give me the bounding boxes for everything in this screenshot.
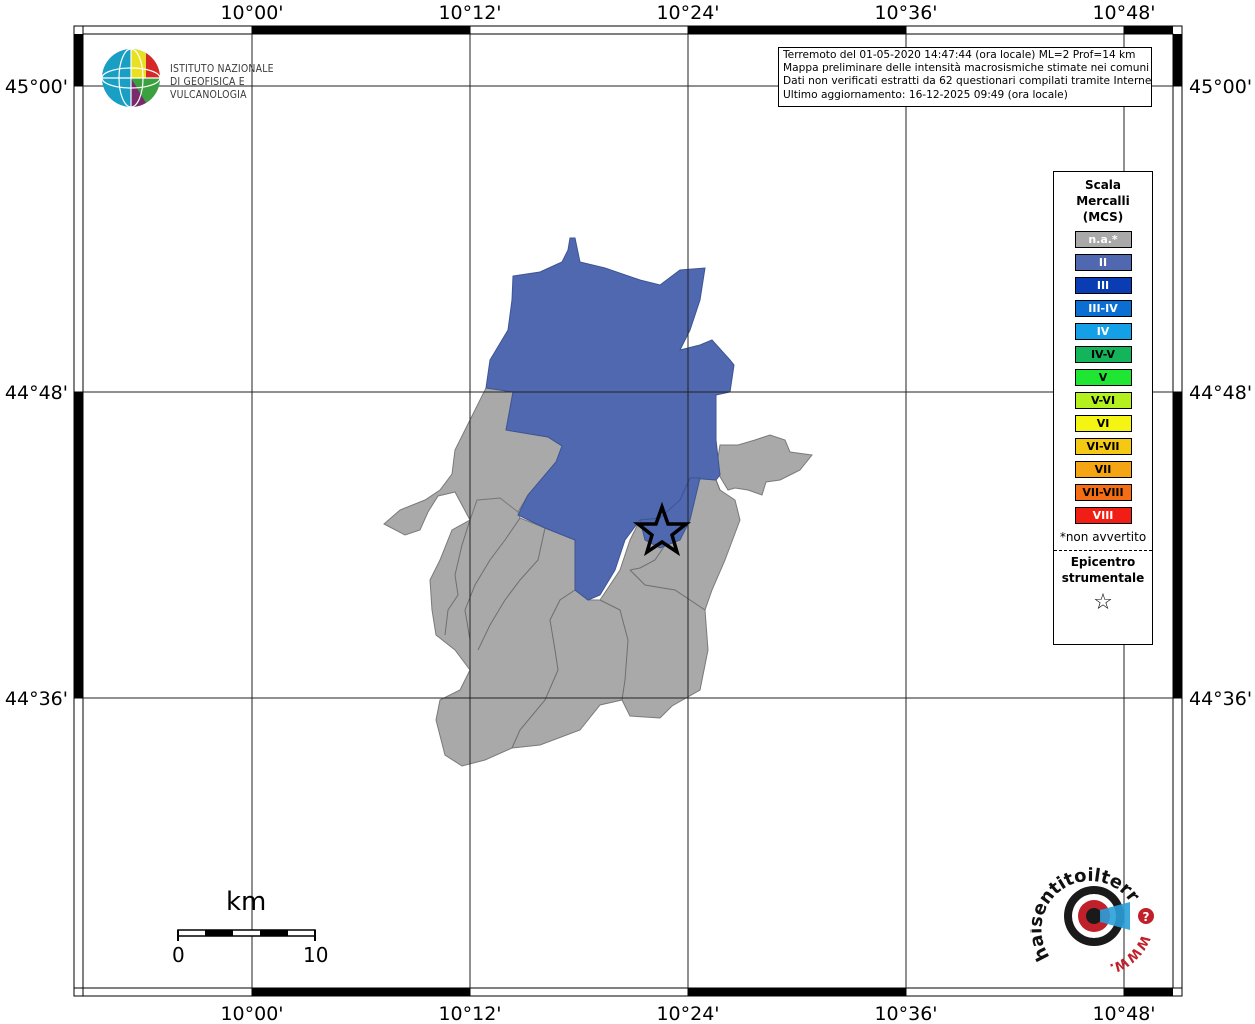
legend-swatch: VI-VII <box>1074 438 1132 455</box>
lon-tick-label: 10°12' <box>438 2 501 24</box>
haisentito-badge-icon: haisentitoilterremoto.it WWW. ? <box>1021 846 1154 975</box>
lat-tick-label: 44°36' <box>1189 688 1252 710</box>
ingv-name-line2: DI GEOFISICA E VULCANOLOGIA <box>170 76 247 101</box>
legend-epicenter-line: Epicentro <box>1070 555 1136 569</box>
legend-swatch: VIII <box>1074 507 1132 524</box>
legend-epicenter-label: Epicentro strumentale <box>1054 554 1152 586</box>
ingv-logo: ISTITUTO NAZIONALE DI GEOFISICA E VULCAN… <box>100 47 320 109</box>
haisentito-question: ? <box>1143 910 1150 924</box>
scale-label-right: 10 <box>303 943 329 967</box>
legend-swatch: IV <box>1074 323 1132 340</box>
legend-swatch: VII-VIII <box>1074 484 1132 501</box>
legend-title-line: (MCS) <box>1082 210 1124 224</box>
lat-tick-label: 44°36' <box>5 688 68 710</box>
haisentito-www: WWW. <box>1108 932 1153 975</box>
event-info-line: Dati non verificati estratti da 62 quest… <box>783 75 1152 88</box>
legend-swatch: V-VI <box>1074 392 1132 409</box>
lat-tick-label: 45°00' <box>1189 76 1252 98</box>
lat-tick-label: 44°48' <box>5 382 68 404</box>
legend-swatch: III <box>1074 277 1132 294</box>
lon-tick-label: 10°12' <box>438 1003 501 1024</box>
lon-tick-label: 10°36' <box>874 1003 937 1024</box>
scale-unit: km <box>226 887 267 917</box>
lon-tick-label: 10°48' <box>1092 1003 1155 1024</box>
legend-swatch: III-IV <box>1074 300 1132 317</box>
event-info-line: Terremoto del 01-05-2020 14:47:44 (ora l… <box>783 49 1136 61</box>
svg-text:WWW.: WWW. <box>1108 932 1153 975</box>
lon-tick-label: 10°36' <box>874 2 937 24</box>
legend-title-line: Mercalli <box>1076 194 1130 208</box>
legend-not-felt-note: *non avvertito <box>1059 530 1147 544</box>
haisentito-logo: haisentitoilterremoto.it WWW. ? <box>1021 846 1160 980</box>
lon-tick-label: 10°00' <box>220 2 283 24</box>
legend-swatch: VI <box>1074 415 1132 432</box>
legend-swatch: VII <box>1074 461 1132 478</box>
legend-title: Scala Mercalli (MCS) <box>1054 177 1152 225</box>
scale-bar: km 0 10 <box>170 885 330 975</box>
latitude-ticks-left: 45°00' 44°48' 44°36' <box>5 76 68 710</box>
event-info-line: Ultimo aggiornamento: 16-12-2025 09:49 (… <box>783 88 1068 101</box>
scale-label-left: 0 <box>172 943 185 967</box>
legend-swatches: n.a.* II III III-IV IV IV-V V V-VI VI VI… <box>1054 231 1152 524</box>
intensity-legend: Scala Mercalli (MCS) n.a.* II III III-IV… <box>1053 171 1153 645</box>
event-info-box: Terremoto del 01-05-2020 14:47:44 (ora l… <box>778 47 1152 107</box>
lon-tick-label: 10°48' <box>1092 2 1155 24</box>
legend-swatch: II <box>1074 254 1132 271</box>
legend-swatch: IV-V <box>1074 346 1132 363</box>
lon-tick-label: 10°24' <box>656 2 719 24</box>
longitude-ticks-bottom: 10°00' 10°12' 10°24' 10°36' 10°48' <box>220 1003 1155 1024</box>
legend-star-icon: ☆ <box>1093 590 1113 615</box>
lon-tick-label: 10°24' <box>656 1003 719 1024</box>
legend-title-line: Scala <box>1084 178 1122 192</box>
legend-divider <box>1054 550 1152 551</box>
lon-tick-label: 10°00' <box>220 1003 283 1024</box>
legend-epicenter-line: strumentale <box>1061 571 1145 585</box>
longitude-ticks-top: 10°00' 10°12' 10°24' 10°36' 10°48' <box>220 2 1155 24</box>
event-info-line: Mappa preliminare delle intensità macros… <box>783 62 1150 75</box>
lat-tick-label: 44°48' <box>1189 382 1252 404</box>
lat-tick-label: 45°00' <box>5 76 68 98</box>
ingv-globe-icon <box>101 48 161 108</box>
legend-swatch: n.a.* <box>1074 231 1132 248</box>
latitude-ticks-right: 45°00' 44°48' 44°36' <box>1189 76 1252 710</box>
ingv-name: ISTITUTO NAZIONALE DI GEOFISICA E VULCAN… <box>170 63 320 102</box>
legend-swatch: V <box>1074 369 1132 386</box>
ingv-name-line1: ISTITUTO NAZIONALE <box>170 63 274 75</box>
